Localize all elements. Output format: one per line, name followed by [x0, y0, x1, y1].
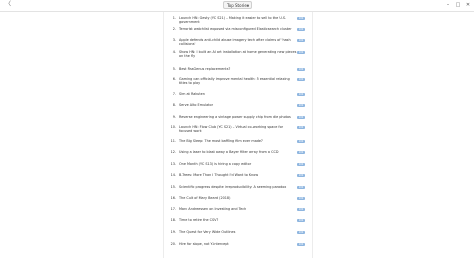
feed-selector-label: Top Stories [227, 3, 249, 8]
story-title-link[interactable]: Reverse engineering a vintage power supp… [179, 115, 297, 119]
story-score-badge[interactable]: 100 [297, 78, 305, 81]
story-rank: 18. [170, 218, 176, 222]
story-rank: 6. [172, 77, 176, 81]
story-score-badge[interactable]: 100 [297, 103, 305, 107]
story-rank: 1. [172, 16, 176, 20]
story-title-link[interactable]: Best RssGenus replacements? [179, 67, 297, 71]
story-title-link[interactable]: The Big Sleep: The most baffling film ev… [179, 139, 297, 143]
story-title-link[interactable]: Time to retire the CSV? [179, 218, 297, 222]
story-rank: 17. [170, 207, 176, 211]
story-rank: 3. [172, 38, 176, 42]
story-rank: 14. [170, 173, 176, 177]
chevron-down-icon: ▾ [246, 3, 249, 8]
story-title-link[interactable]: Using a laser to blast away a Bayer filt… [179, 150, 297, 154]
story-title-link[interactable]: The Quest for Very Wide Outlines [179, 230, 297, 234]
story-title-link[interactable]: Gaming can officially improve mental hea… [179, 77, 297, 85]
story-title-link[interactable]: Show HN: I built an AI art installation … [179, 50, 297, 58]
story-score-badge[interactable]: 100 [297, 162, 305, 166]
story-title-link[interactable]: The Cult of Mary Beard (2018) [179, 196, 297, 200]
story-score-badge[interactable]: 100 [297, 218, 305, 222]
minimize-icon[interactable]: – [445, 1, 451, 9]
content-area: 1. Launch HN: Gesty (YC S21) – Making it … [0, 12, 474, 258]
story-rank: 19. [170, 230, 176, 234]
story-score-badge[interactable]: 100 [297, 50, 305, 54]
story-title-link[interactable]: B-Trees: More Than I Thought I'd Want to… [179, 173, 297, 177]
story-score-badge[interactable]: 100 [297, 242, 305, 246]
window-controls: – □ ✕ [445, 1, 471, 9]
story-rank: 7. [172, 92, 176, 96]
close-icon[interactable]: ✕ [465, 1, 471, 9]
story-rank: 8. [172, 103, 176, 107]
story-score-badge[interactable]: 100 [297, 39, 305, 42]
story-score-badge[interactable]: 100 [297, 196, 305, 200]
story-score-badge[interactable]: 100 [297, 126, 305, 129]
story-score-badge[interactable]: 100 [297, 27, 305, 31]
story-rank: 5. [172, 67, 176, 71]
story-title-link[interactable]: Sim at Rakuten [179, 92, 297, 96]
story-rank: 11. [170, 139, 176, 143]
story-title-link[interactable]: Hire for slope, not Y-intercept [179, 242, 297, 246]
story-score-badge[interactable]: 100 [297, 67, 305, 71]
story-score-badge[interactable]: 100 [297, 92, 305, 96]
story-rank: 4. [172, 50, 176, 54]
story-title-link[interactable]: One Month (YC S13) is hiring a copy edit… [179, 162, 297, 166]
story-title-link[interactable]: Terrorist watchlist exposed via misconfi… [179, 27, 297, 31]
story-score-badge[interactable]: 100 [297, 139, 305, 143]
story-score-badge[interactable]: 100 [297, 150, 305, 154]
story-list: 1. Launch HN: Gesty (YC S21) – Making it … [163, 12, 313, 258]
story-rank: 16. [170, 196, 176, 200]
back-icon[interactable]: 〈 [4, 1, 12, 9]
story-rank: 9. [172, 115, 176, 119]
story-score-badge[interactable]: 100 [297, 185, 305, 189]
story-rank: 2. [172, 27, 176, 31]
story-title-link[interactable]: Serve Alto Emulator [179, 103, 297, 107]
story-rank: 12. [170, 150, 176, 154]
story-score-badge[interactable]: 100 [297, 115, 305, 119]
story-title-link[interactable]: Scientific progress despite irreproducib… [179, 185, 297, 189]
story-title-link[interactable]: Marc Andreessen on Investing and Tech [179, 207, 297, 211]
story-title-link[interactable]: Launch HN: Flow Club (YC S21) – Virtual … [179, 125, 297, 133]
maximize-icon[interactable]: □ [455, 1, 461, 9]
story-title-link[interactable]: Apple defends anti-child abuse imagery t… [179, 38, 297, 46]
story-score-badge[interactable]: 100 [297, 17, 305, 20]
story-title-link[interactable]: Launch HN: Gesty (YC S21) – Making it ea… [179, 16, 297, 24]
story-rank: 15. [170, 185, 176, 189]
story-rank: 20. [170, 242, 176, 246]
story-score-badge[interactable]: 100 [297, 207, 305, 211]
story-rank: 10. [170, 125, 176, 129]
story-score-badge[interactable]: 100 [297, 173, 305, 177]
story-score-badge[interactable]: 100 [297, 230, 305, 234]
feed-selector[interactable]: Top Stories ▾ [223, 1, 252, 9]
story-rank: 13. [170, 162, 176, 166]
title-bar: 〈 Top Stories ▾ – □ ✕ [0, 0, 474, 12]
